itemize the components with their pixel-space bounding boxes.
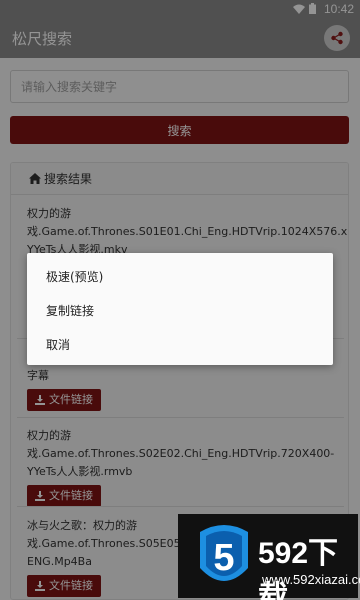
watermark-badge-digit: 5	[213, 537, 234, 579]
menu-item-copy-link[interactable]: 复制链接	[46, 302, 94, 319]
context-menu-dialog: 极速(预览) 复制链接 取消	[27, 253, 333, 365]
watermark-logo: 5 592下载 www.592xiazai.com	[178, 514, 360, 600]
menu-item-preview[interactable]: 极速(预览)	[46, 268, 103, 285]
watermark-url: www.592xiazai.com	[262, 572, 360, 587]
watermark-brand: 592下载	[258, 537, 339, 600]
menu-item-cancel[interactable]: 取消	[46, 336, 70, 353]
watermark-badge-icon: 5	[200, 525, 248, 581]
